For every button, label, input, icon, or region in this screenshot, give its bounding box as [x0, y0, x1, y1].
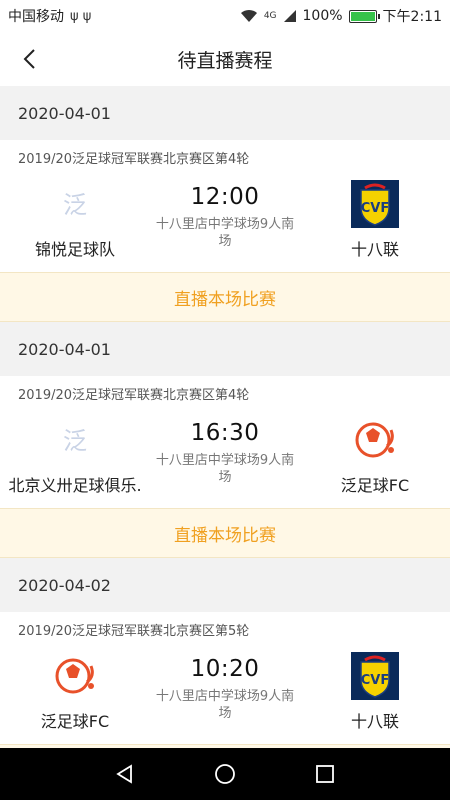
chevron-left-icon — [23, 49, 35, 69]
away-team: CVF 十八联 — [300, 174, 450, 260]
match-block: 2020-04-02 2019/20泛足球冠军联赛北京赛区第5轮泛足球FC 10:2… — [0, 558, 450, 748]
away-team-logo: CVF — [351, 180, 399, 228]
away-team-name: 泛足球FC — [340, 476, 410, 495]
kickoff-time: 16:30 — [190, 420, 260, 446]
match-info: 10:20 十八里店中学球场9人南场 — [150, 646, 300, 722]
away-team-name: 十八联 — [350, 240, 399, 259]
carrier-label: 中国移动 — [8, 9, 64, 25]
match-row: 泛足球FC 10:20 十八里店中学球场9人南场 CVF 十八联 — [0, 646, 450, 744]
kickoff-time: 10:20 — [190, 656, 260, 682]
venue: 十八里店中学球场9人南场 — [155, 689, 295, 721]
match-row: 泛北京义卅足球俱乐. 16:30 十八里店中学球场9人南场泛足球FC — [0, 410, 450, 508]
wifi-icon — [240, 9, 257, 22]
match-date: 2020-04-02 — [0, 558, 450, 612]
svg-text:CVF: CVF — [361, 201, 389, 216]
venue: 十八里店中学球场9人南场 — [155, 217, 295, 249]
live-stream-button[interactable]: 直播本场比赛 — [0, 508, 450, 558]
back-triangle-icon — [116, 764, 132, 784]
match-card[interactable]: 2019/20泛足球冠军联赛北京赛区第5轮泛足球FC 10:20 十八里店中学球场9… — [0, 612, 450, 748]
network-icon: 4G — [263, 11, 277, 21]
villarreal-crest-icon: CVF — [351, 652, 399, 700]
league-round: 2019/20泛足球冠军联赛北京赛区第5轮 — [18, 623, 250, 639]
home-team: 泛锦悦足球队 — [0, 174, 150, 260]
fan-placeholder-icon: 泛 — [63, 427, 87, 455]
svg-text:泛: 泛 — [63, 427, 87, 455]
away-team: CVF 十八联 — [300, 646, 450, 732]
away-team: 泛足球FC — [300, 410, 450, 496]
page-title: 待直播赛程 — [177, 49, 273, 72]
match-card[interactable]: 2019/20泛足球冠军联赛北京赛区第4轮泛锦悦足球队 12:00 十八里店中学球场… — [0, 140, 450, 322]
live-stream-button[interactable]: 直播本场比赛 — [0, 272, 450, 322]
match-card[interactable]: 2019/20泛足球冠军联赛北京赛区第4轮泛北京义卅足球俱乐. 16:30 十八里店… — [0, 376, 450, 558]
home-team-name: 北京义卅足球俱乐. — [8, 476, 142, 495]
away-team-logo — [351, 416, 399, 464]
battery-icon — [348, 9, 380, 23]
home-team-logo — [51, 652, 99, 700]
nav-back-button[interactable] — [105, 754, 145, 794]
home-team-logo: 泛 — [51, 180, 99, 228]
match-info: 12:00 十八里店中学球场9人南场 — [150, 174, 300, 250]
battery-percent: 100% — [302, 8, 343, 24]
kickoff-time: 12:00 — [190, 184, 260, 210]
away-team-logo: CVF — [351, 652, 399, 700]
match-date: 2020-04-01 — [0, 86, 450, 140]
match-list[interactable]: 2020-04-01 2019/20泛足球冠军联赛北京赛区第4轮泛锦悦足球队 12:… — [0, 86, 450, 748]
status-bar: 中国移动 ψ ψ 4G 100% 下午2:11 — [0, 0, 450, 32]
recents-square-icon — [316, 765, 334, 783]
home-team: 泛北京义卅足球俱乐. — [0, 410, 150, 496]
match-info: 16:30 十八里店中学球场9人南场 — [150, 410, 300, 486]
league-round: 2019/20泛足球冠军联赛北京赛区第4轮 — [18, 151, 250, 167]
match-block: 2020-04-01 2019/20泛足球冠军联赛北京赛区第4轮泛北京义卅足球俱乐… — [0, 322, 450, 558]
home-team-name: 泛足球FC — [40, 712, 110, 731]
app-header: 待直播赛程 — [0, 32, 450, 86]
nav-home-button[interactable] — [205, 754, 245, 794]
fanzuqiu-ball-icon — [55, 658, 94, 694]
svg-text:CVF: CVF — [361, 673, 389, 688]
home-team-logo: 泛 — [51, 416, 99, 464]
nav-recents-button[interactable] — [305, 754, 345, 794]
villarreal-crest-icon: CVF — [351, 180, 399, 228]
venue: 十八里店中学球场9人南场 — [155, 453, 295, 485]
match-row: 泛锦悦足球队 12:00 十八里店中学球场9人南场 CVF 十八联 — [0, 174, 450, 272]
home-team: 泛足球FC — [0, 646, 150, 732]
system-nav-bar — [0, 748, 450, 800]
fan-placeholder-icon: 泛 — [63, 191, 87, 219]
svg-text:泛: 泛 — [63, 191, 87, 219]
usb-icon: ψ ψ — [70, 8, 92, 24]
league-round: 2019/20泛足球冠军联赛北京赛区第4轮 — [18, 387, 250, 403]
signal-icon — [283, 10, 296, 22]
match-block: 2020-04-01 2019/20泛足球冠军联赛北京赛区第4轮泛锦悦足球队 12:… — [0, 86, 450, 322]
back-button[interactable] — [14, 42, 44, 76]
home-circle-icon — [215, 764, 235, 784]
away-team-name: 十八联 — [350, 712, 399, 731]
clock: 下午2:11 — [382, 9, 442, 25]
home-team-name: 锦悦足球队 — [34, 240, 115, 259]
match-date: 2020-04-01 — [0, 322, 450, 376]
fanzuqiu-ball-icon — [355, 422, 394, 458]
